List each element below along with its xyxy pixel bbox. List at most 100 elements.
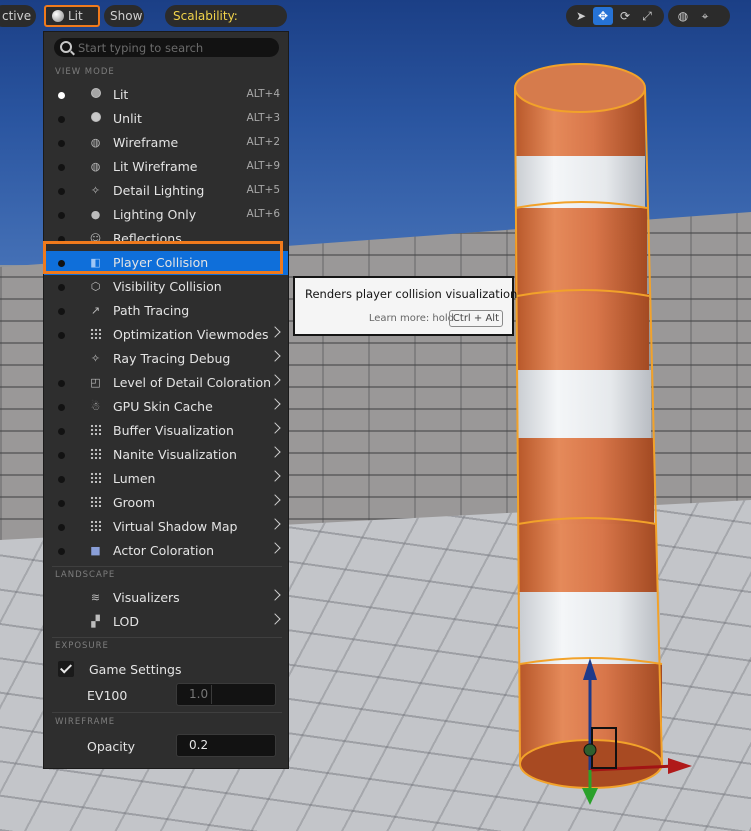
chevron-right-icon — [269, 350, 281, 362]
chevron-right-icon — [269, 374, 281, 386]
radio-dot — [58, 404, 65, 411]
radio-dot — [58, 428, 65, 435]
section-landscape: LANDSCAPE — [55, 570, 116, 580]
world-icon[interactable]: ◍ — [673, 7, 693, 25]
menu-item-label: Visualizers — [113, 590, 180, 605]
chevron-right-icon — [269, 470, 281, 482]
chevron-right-icon — [269, 494, 281, 506]
section-wireframe: WIREFRAME — [55, 717, 116, 727]
section-view-mode: VIEW MODE — [55, 67, 115, 77]
select-icon[interactable]: ➤ — [571, 7, 591, 25]
menu-item-label: GPU Skin Cache — [113, 399, 213, 414]
game-settings-checkbox[interactable] — [58, 661, 74, 677]
snap-icon[interactable]: ⌖ — [695, 7, 715, 25]
view-mode-button[interactable]: Lit — [44, 5, 100, 27]
menu-item-gpu-skin-cache[interactable]: ☃ GPU Skin Cache — [44, 395, 288, 419]
menu-item-label: Groom — [113, 495, 156, 510]
lightbulb-icon: ● — [90, 208, 101, 221]
lit-icon — [89, 88, 102, 101]
visualizers-icon: ≋ — [90, 591, 101, 604]
menu-item-visibility-collision[interactable]: ⬡ Visibility Collision — [44, 275, 288, 299]
menu-item-label: Buffer Visualization — [113, 423, 234, 438]
radio-dot — [58, 236, 65, 243]
menu-item-unlit[interactable]: Unlit ALT+3 — [44, 107, 288, 131]
menu-item-player-collision[interactable]: ◧ Player Collision — [44, 251, 288, 275]
search-input[interactable] — [78, 39, 268, 56]
menu-item-groom[interactable]: Groom — [44, 491, 288, 515]
menu-item-label: Lighting Only — [113, 207, 197, 222]
radio-dot — [58, 116, 65, 123]
scale-icon[interactable]: ⤢ — [637, 7, 657, 25]
menu-item-buffer-visualization[interactable]: Buffer Visualization — [44, 419, 288, 443]
menu-item-label: Optimization Viewmodes — [113, 327, 269, 342]
menu-item-lod-coloration[interactable]: ◰ Level of Detail Coloration — [44, 371, 288, 395]
scalability-button[interactable]: Scalability: Medium — [165, 5, 287, 45]
tooltip-text: Renders player collision visualization — [305, 287, 518, 301]
ev100-field[interactable]: 1.0 — [176, 683, 276, 706]
menu-item-path-tracing[interactable]: ↗ Path Tracing — [44, 299, 288, 323]
menu-item-optimization-viewmodes[interactable]: Optimization Viewmodes — [44, 323, 288, 347]
menu-item-label: Virtual Shadow Map — [113, 519, 238, 534]
menu-item-lighting-only[interactable]: ● Lighting Only ALT+6 — [44, 203, 288, 227]
game-settings-label: Game Settings — [89, 662, 182, 677]
search-box[interactable] — [54, 38, 279, 57]
menu-item-label: Lumen — [113, 471, 156, 486]
divider — [52, 712, 282, 713]
radio-dot — [58, 260, 65, 267]
divider — [52, 637, 282, 638]
menu-item-lumen[interactable]: Lumen — [44, 467, 288, 491]
radio-dot — [58, 548, 65, 555]
radio-dot — [58, 380, 65, 387]
selected-dot — [58, 92, 65, 99]
lumen-icon — [89, 472, 102, 485]
menu-item-wireframe[interactable]: ◍ Wireframe ALT+2 — [44, 131, 288, 155]
menu-item-label: Lit Wireframe — [113, 159, 198, 174]
shadow-map-icon — [89, 520, 102, 533]
wireframe-icon: ◍ — [90, 136, 101, 149]
radio-dot — [58, 332, 65, 339]
radio-dot — [58, 164, 65, 171]
radio-dot — [58, 500, 65, 507]
menu-item-detail-lighting[interactable]: ✧ Detail Lighting ALT+5 — [44, 179, 288, 203]
menu-item-label: Player Collision — [113, 255, 209, 270]
menu-item-lit-wireframe[interactable]: ◍ Lit Wireframe ALT+9 — [44, 155, 288, 179]
chevron-right-icon — [269, 518, 281, 530]
radio-dot — [58, 476, 65, 483]
menu-item-actor-coloration[interactable]: ■ Actor Coloration — [44, 539, 288, 563]
player-collision-icon: ◧ — [90, 256, 101, 269]
opacity-field[interactable]: 0.2 — [176, 734, 276, 757]
perspective-button[interactable]: ctive — [0, 5, 36, 27]
chevron-right-icon — [269, 613, 281, 625]
tooltip-learn-more: Learn more: hold — [368, 313, 454, 324]
lod-icon: ▞ — [91, 615, 100, 628]
menu-item-label: Detail Lighting — [113, 183, 205, 198]
skeleton-icon: ☃ — [90, 400, 101, 413]
menu-item-ray-tracing-debug[interactable]: ✧ Ray Tracing Debug — [44, 347, 288, 371]
menu-item-nanite-visualization[interactable]: Nanite Visualization — [44, 443, 288, 467]
tooltip-key: Ctrl + Alt — [448, 310, 503, 327]
radio-dot — [58, 524, 65, 531]
show-label: Show — [110, 9, 143, 23]
shortcut: ALT+6 — [246, 208, 280, 220]
nanite-icon — [89, 448, 102, 461]
menu-item-virtual-shadow-map[interactable]: Virtual Shadow Map — [44, 515, 288, 539]
chevron-right-icon — [269, 589, 281, 601]
show-button[interactable]: Show — [104, 5, 144, 27]
move-icon[interactable]: ✥ — [593, 7, 613, 25]
unlit-icon — [89, 112, 102, 125]
lit-wireframe-icon: ◍ — [90, 160, 101, 173]
cube-icon: ■ — [90, 544, 101, 557]
menu-item-lit[interactable]: Lit ALT+4 — [44, 83, 288, 107]
radio-dot — [58, 452, 65, 459]
shortcut: ALT+2 — [246, 136, 280, 148]
transform-tools: ➤ ✥ ⟳ ⤢ — [566, 5, 664, 27]
shortcut: ALT+5 — [246, 184, 280, 196]
rotate-icon[interactable]: ⟳ — [615, 7, 635, 25]
menu-item-lod[interactable]: ▞ LOD — [44, 610, 288, 634]
menu-item-reflections[interactable]: ☺ Reflections — [44, 227, 288, 251]
chevron-right-icon — [269, 422, 281, 434]
view-mode-label: Lit — [68, 9, 83, 23]
menu-item-visualizers[interactable]: ≋ Visualizers — [44, 586, 288, 610]
section-exposure: EXPOSURE — [55, 641, 109, 651]
lod-coloration-icon: ◰ — [90, 376, 101, 389]
